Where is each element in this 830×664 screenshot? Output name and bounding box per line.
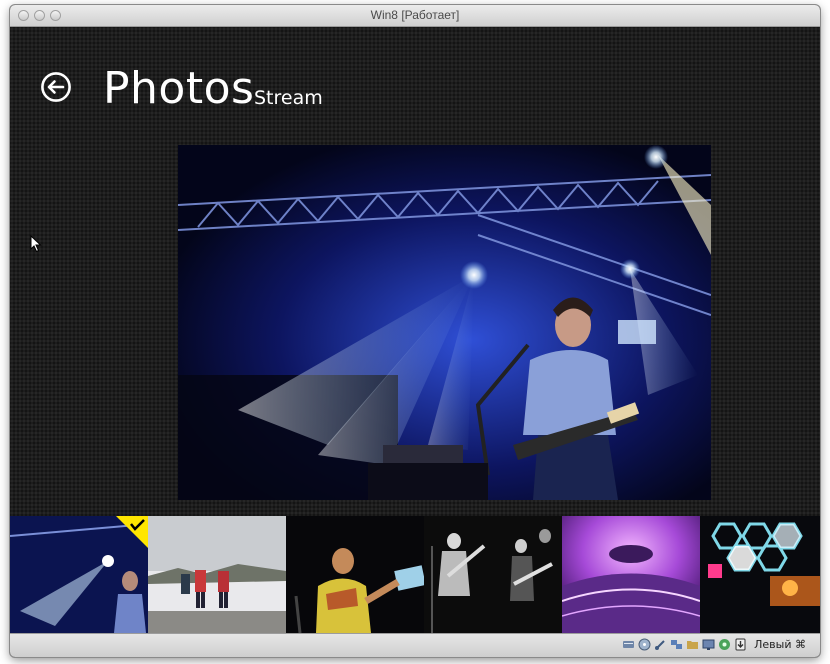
video-capture-icon[interactable] (718, 638, 731, 651)
network-icon[interactable] (670, 638, 683, 651)
title-bar: Win8 [Работает] (10, 5, 820, 27)
page-subtitle: Stream (254, 87, 323, 109)
thumbnail-image (424, 516, 562, 633)
thumb-singer-color[interactable] (286, 516, 424, 633)
back-arrow-icon[interactable] (41, 72, 71, 102)
guest-screen[interactable]: Photos Stream (10, 27, 820, 633)
thumb-concert-blue[interactable] (10, 516, 148, 633)
vm-status-bar: Левый ⌘ (10, 633, 820, 657)
thumb-hexagon-lights[interactable] (700, 516, 820, 633)
page-title: Photos (103, 63, 255, 114)
mouse-pointer-icon (30, 235, 42, 253)
thumb-band-bw[interactable] (424, 516, 562, 633)
usb-icon[interactable] (654, 638, 667, 651)
hdd-icon[interactable] (622, 638, 635, 651)
display-icon[interactable] (702, 638, 715, 651)
mouse-integration-icon[interactable] (734, 638, 747, 651)
vm-window: Win8 [Работает] Photos Stream Левый ⌘ (10, 5, 820, 657)
window-title: Win8 [Работает] (370, 8, 460, 22)
thumbnail-image (286, 516, 424, 633)
cd-icon[interactable] (638, 638, 651, 651)
thumb-purple-dome[interactable] (562, 516, 700, 633)
thumbnail-image (700, 516, 820, 633)
thumbnail-image (148, 516, 286, 633)
thumbnail-image (562, 516, 700, 633)
host-key-label: Левый ⌘ (754, 638, 806, 651)
status-icons: Левый ⌘ (622, 638, 806, 651)
main-photo[interactable] (178, 145, 711, 500)
thumb-snow-people[interactable] (148, 516, 286, 633)
selected-check-icon (116, 516, 148, 548)
concert-photo-image (178, 145, 711, 500)
thumbnail-strip (10, 516, 820, 633)
shared-folder-icon[interactable] (686, 638, 699, 651)
